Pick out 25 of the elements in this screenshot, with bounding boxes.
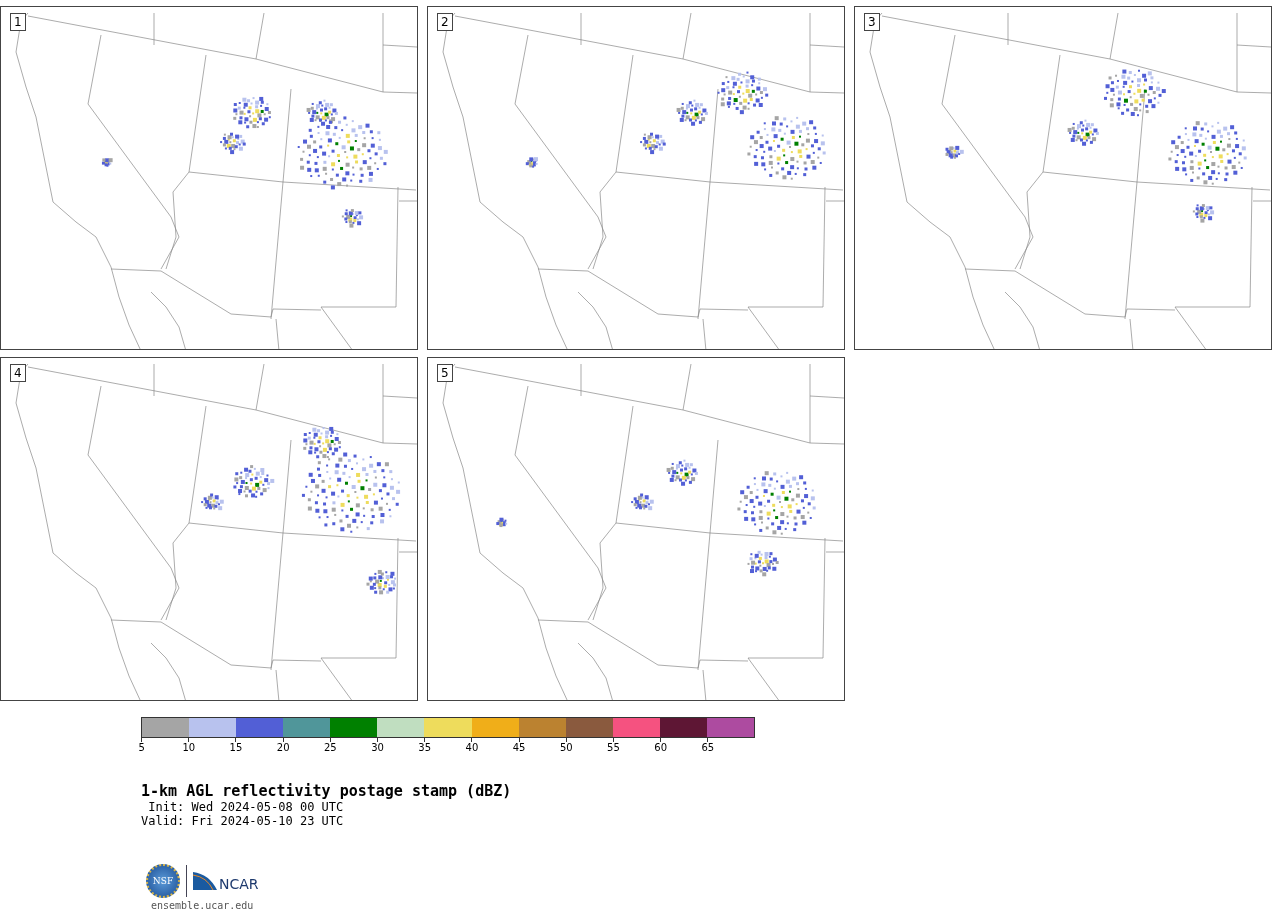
tick-label: 10 (182, 742, 196, 754)
ncar-logo: NCAR (219, 876, 259, 892)
panel-number: 2 (437, 13, 453, 31)
website-url: ensemble.ucar.edu (151, 900, 255, 911)
tick-label: 30 (371, 742, 384, 754)
tick-label: 40 (465, 742, 479, 754)
tick-label: 35 (418, 742, 432, 754)
swoosh-icon (193, 872, 217, 890)
panel-number: 1 (10, 13, 26, 31)
tick-label: 20 (276, 742, 290, 754)
init-time: Init: Wed 2024-05-08 00 UTC (147, 800, 345, 814)
tick-label: 65 (701, 742, 715, 754)
tick-label: 60 (654, 742, 667, 754)
valid-time: Valid: Fri 2024-05-10 23 UTC (141, 814, 345, 828)
panel-number: 5 (437, 364, 453, 382)
tick-label: 15 (229, 742, 243, 754)
panel-number: 4 (10, 364, 26, 382)
nsf-logo: NSF (146, 864, 180, 898)
chart-title: 1-km AGL reflectivity postage stamp (dBZ) (141, 782, 513, 800)
tick-label: 5 (138, 742, 145, 754)
tick-label: 50 (559, 742, 573, 754)
tick-label: 55 (607, 742, 620, 754)
panel-number: 3 (864, 13, 880, 31)
tick-label: 45 (512, 742, 526, 754)
tick-label: 25 (323, 742, 337, 754)
